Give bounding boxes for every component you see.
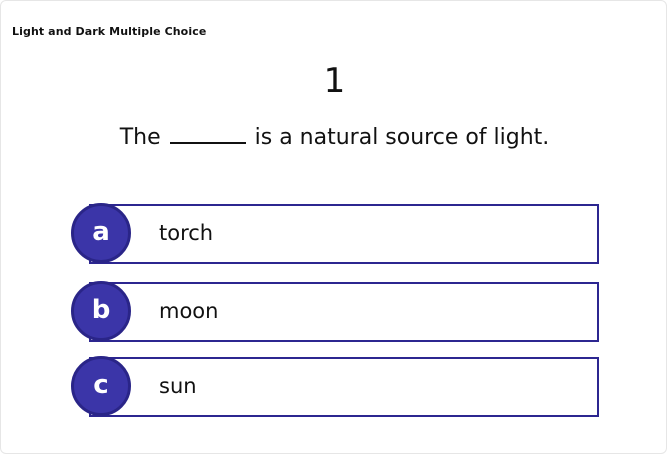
option-letter-badge: b <box>71 281 138 341</box>
option-letter-badge: a <box>71 203 138 263</box>
option-c-button[interactable]: c sun <box>71 356 599 417</box>
question-text-after: is a natural source of light. <box>254 125 550 150</box>
slide-title: Light and Dark Multiple Choice <box>12 25 207 38</box>
question-number: 1 <box>323 61 346 101</box>
option-label: sun <box>159 374 197 398</box>
option-label: moon <box>159 299 219 323</box>
answer-blank <box>169 130 246 144</box>
option-b-button[interactable]: b moon <box>71 281 599 342</box>
option-label: torch <box>159 221 214 245</box>
quiz-slide: Light and Dark Multiple Choice 1 The is … <box>0 0 667 454</box>
option-letter-badge: c <box>71 356 138 416</box>
question-text: The is a natural source of light. <box>1 125 666 150</box>
option-a-button[interactable]: a torch <box>71 203 599 264</box>
question-text-before: The <box>119 125 161 150</box>
